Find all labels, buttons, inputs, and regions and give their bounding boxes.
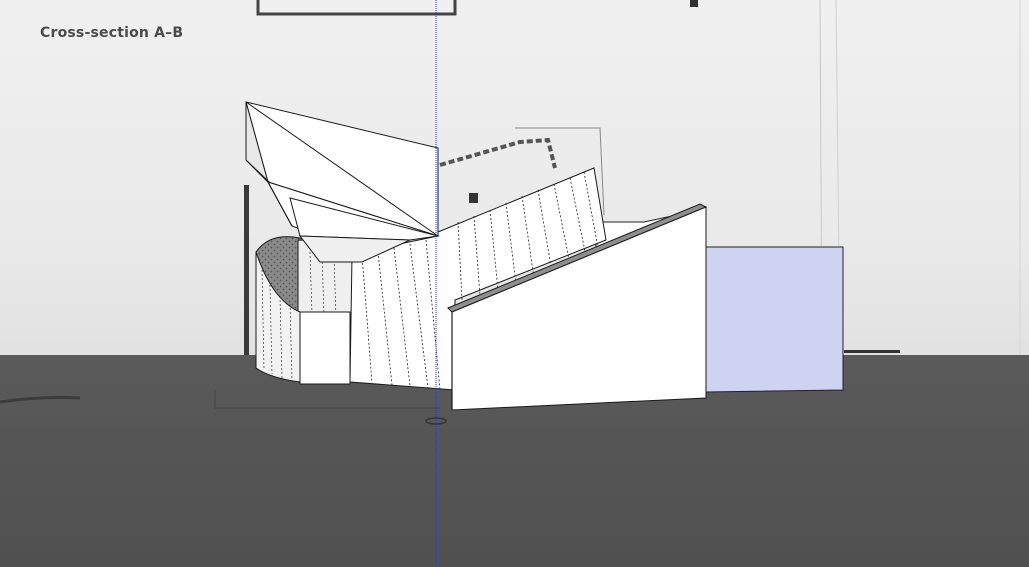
blue-box[interactable]	[705, 246, 844, 393]
scene-canvas[interactable]	[0, 0, 1029, 567]
model-viewport[interactable]: Cross-section A–B	[0, 0, 1029, 567]
section-title-label: Cross-section A–B	[40, 25, 184, 41]
